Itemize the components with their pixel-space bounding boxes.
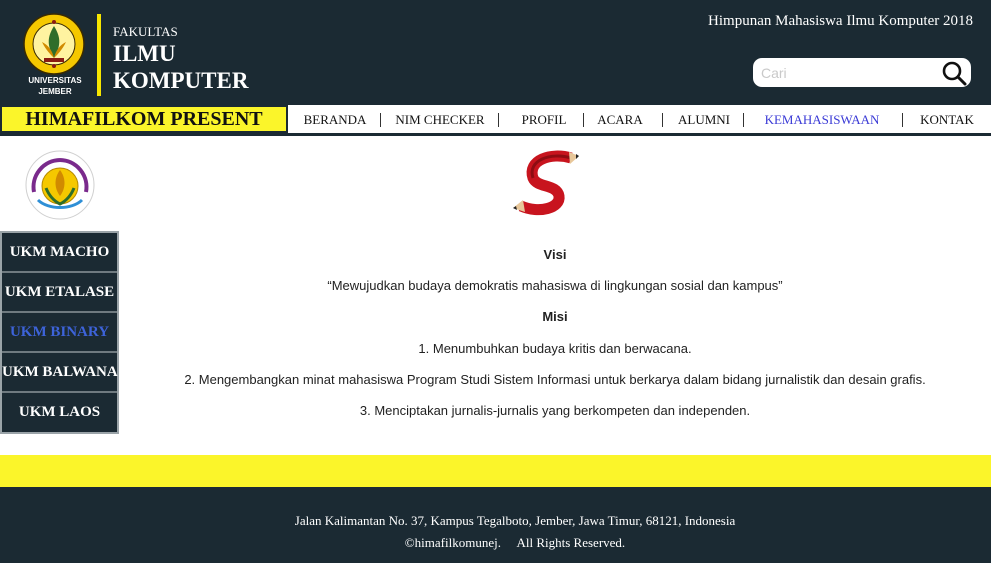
faculty-name: ILMU KOMPUTER — [113, 40, 248, 94]
sidebar-item-ukm-balwana[interactable]: UKM BALWANA — [2, 353, 118, 391]
bem-logo-icon — [25, 150, 95, 220]
main-nav: HIMAFILKOM PRESENT BERANDA NIM CHECKER P… — [0, 102, 991, 136]
ukm-sidebar: UKM MACHO UKM ETALASE UKM BINARY UKM BAL… — [0, 231, 119, 434]
site-footer: Jalan Kalimantan No. 37, Kampus Tegalbot… — [0, 487, 991, 563]
search-icon[interactable] — [941, 60, 967, 86]
nav-alumni[interactable]: ALUMNI — [672, 105, 736, 133]
sidebar-item-ukm-laos[interactable]: UKM LAOS — [2, 393, 117, 431]
misi-heading: Misi — [542, 309, 568, 324]
faculty-label: FAKULTAS — [113, 24, 178, 39]
brand-title[interactable]: HIMAFILKOM PRESENT — [0, 105, 288, 133]
nav-kemahasiswaan[interactable]: KEMAHASISWAAN — [752, 105, 892, 133]
misi-item: 3. Menciptakan jurnalis-jurnalis yang be… — [359, 403, 751, 418]
nav-beranda[interactable]: BERANDA — [298, 105, 372, 133]
sidebar-item-ukm-etalase[interactable]: UKM ETALASE — [2, 273, 117, 311]
nav-separator — [662, 113, 663, 127]
nav-separator — [902, 113, 903, 127]
sidebar-item-ukm-binary[interactable]: UKM BINARY — [2, 313, 117, 351]
nav-nim-checker[interactable]: NIM CHECKER — [388, 105, 492, 133]
search-input[interactable] — [761, 62, 937, 83]
misi-item: 1. Menumbuhkan budaya kritis dan berwaca… — [418, 341, 692, 356]
sidebar-item-ukm-macho[interactable]: UKM MACHO — [2, 233, 117, 271]
nav-acara[interactable]: ACARA — [590, 105, 650, 133]
organization-title: Himpunan Mahasiswa Ilmu Komputer 2018 — [708, 13, 973, 29]
ukm-pencil-logo-icon — [513, 150, 579, 216]
footer-accent-band — [0, 455, 991, 487]
nav-separator — [380, 113, 381, 127]
footer-copyright: ©himafilkomunej. All Rights Reserved. — [404, 535, 626, 550]
footer-address: Jalan Kalimantan No. 37, Kampus Tegalbot… — [294, 513, 736, 528]
nav-separator — [498, 113, 499, 127]
faculty-name-line-1: ILMU — [113, 41, 176, 66]
search-box — [753, 58, 971, 87]
nav-profil[interactable]: PROFIL — [514, 105, 574, 133]
nav-separator — [743, 113, 744, 127]
nav-kontak[interactable]: KONTAK — [914, 105, 980, 133]
university-seal-icon[interactable] — [22, 12, 86, 76]
visi-text: “Mewujudkan budaya demokratis mahasiswa … — [327, 278, 783, 293]
nav-separator — [583, 113, 584, 127]
university-line-2: JEMBER — [38, 87, 72, 96]
university-name: UNIVERSITAS JEMBER — [16, 75, 94, 97]
misi-item: 2. Mengembangkan minat mahasiswa Program… — [184, 372, 926, 387]
site-header: UNIVERSITAS JEMBER FAKULTAS ILMU KOMPUTE… — [0, 0, 991, 102]
header-divider — [97, 14, 101, 96]
visi-heading: Visi — [543, 247, 567, 262]
university-line-1: UNIVERSITAS — [28, 76, 82, 85]
faculty-name-line-2: KOMPUTER — [113, 68, 249, 93]
